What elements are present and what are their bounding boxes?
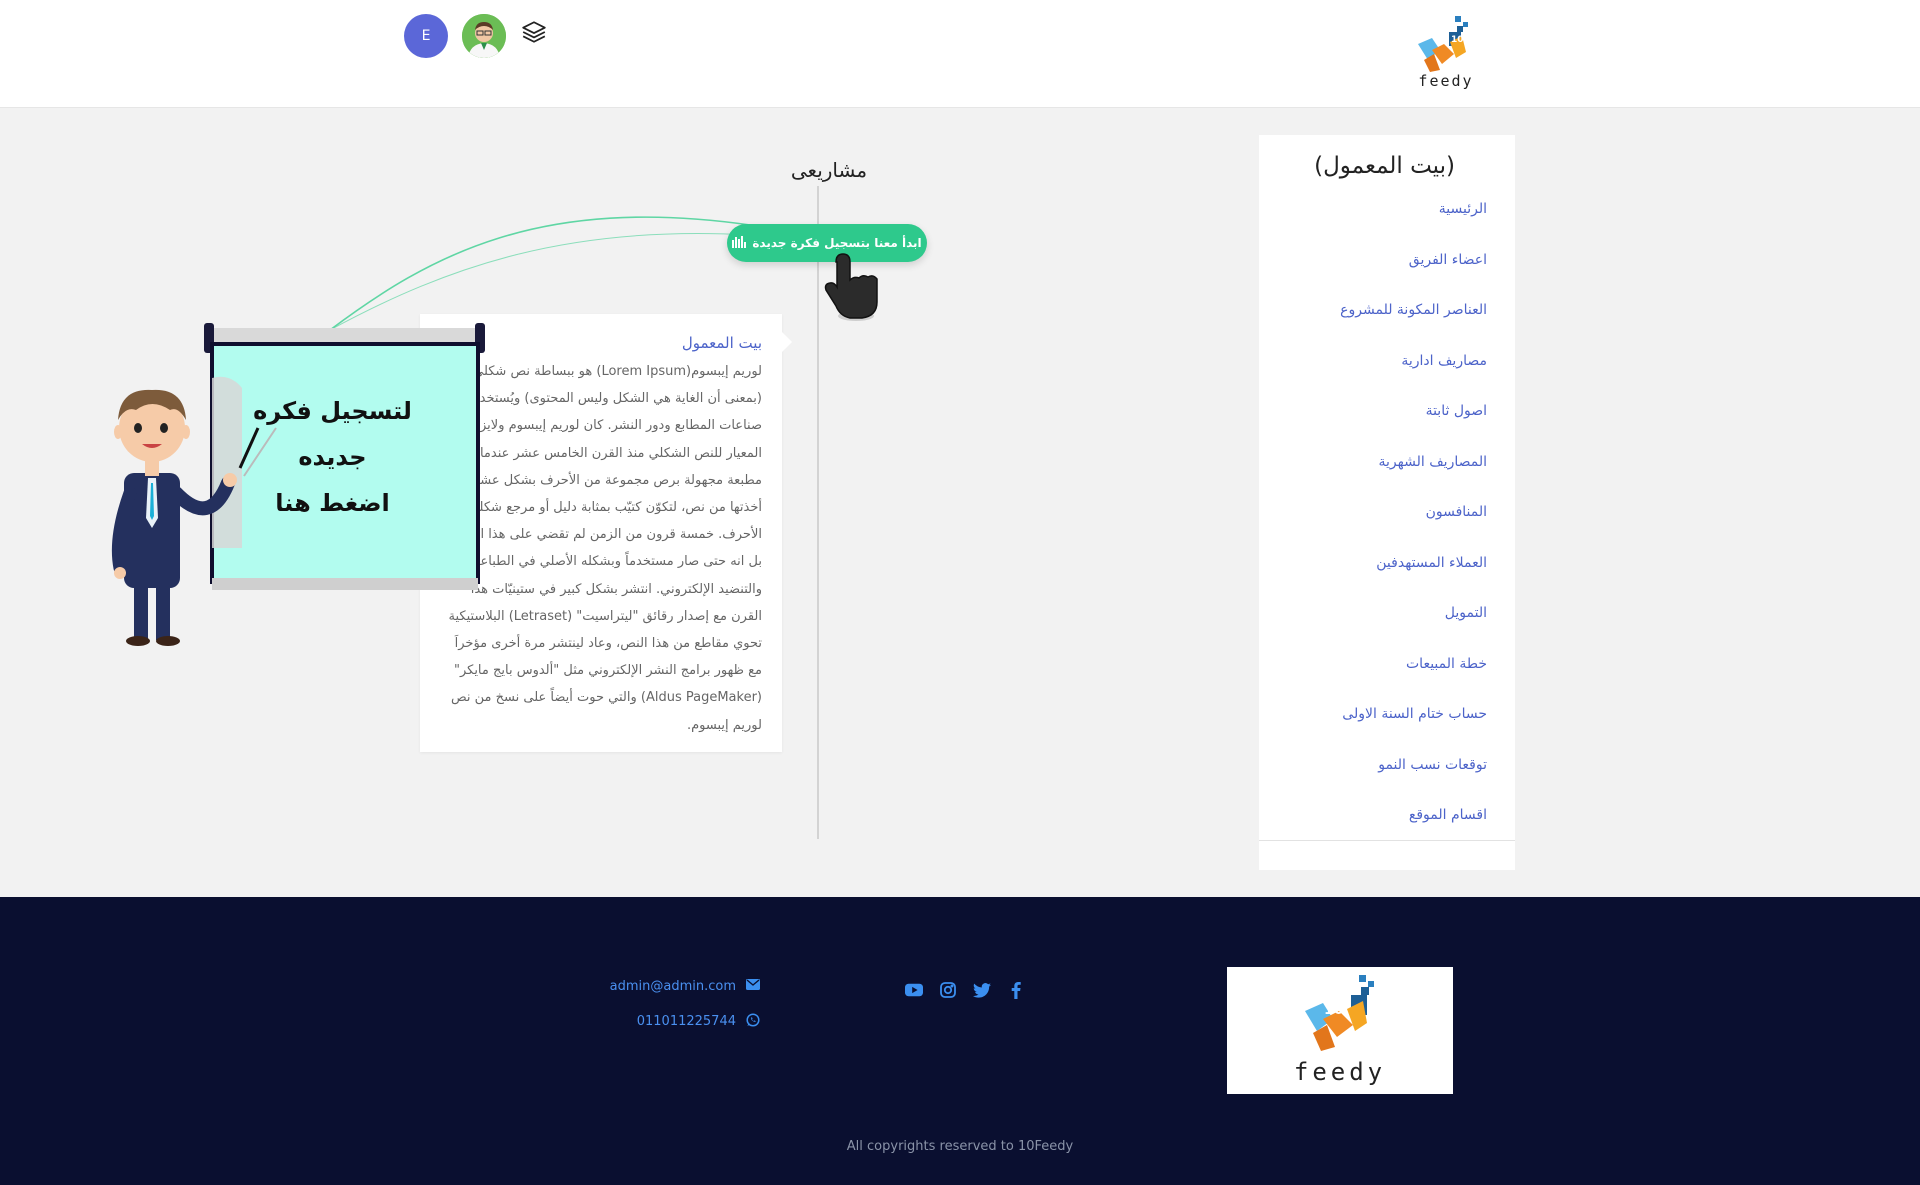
whatsapp-icon: [746, 1012, 760, 1031]
twitter-icon[interactable]: [973, 981, 991, 999]
contact-email[interactable]: admin@admin.com: [610, 979, 736, 994]
footer-logo-text: feedy: [1293, 1058, 1387, 1086]
contact-email-row[interactable]: admin@admin.com: [590, 969, 760, 1004]
contact-phone-row[interactable]: 011011225744: [590, 1004, 760, 1039]
layers-icon[interactable]: [518, 16, 550, 48]
sidebar-item-site-sections[interactable]: اقسام الموقع: [1340, 807, 1487, 858]
sidebar-item-team-members[interactable]: اعضاء الفريق: [1340, 252, 1487, 303]
top-navbar: 10 feedy E: [0, 0, 1920, 108]
sidebar-item-funding[interactable]: التمويل: [1340, 605, 1487, 656]
board-caption-line1: لتسجيل فكره جديده: [253, 397, 412, 471]
new-idea-label: ابدأ معنا بتسجيل فكرة جديدة: [752, 236, 922, 250]
sidebar-divider: [1259, 840, 1515, 841]
instagram-icon[interactable]: [939, 981, 957, 999]
contact-info: admin@admin.com 011011225744: [590, 969, 760, 1039]
page-title: مشاريعى: [790, 158, 868, 182]
brand-logo[interactable]: 10 feedy: [1410, 14, 1482, 90]
copyright-text: All copyrights reserved to 10Feedy: [846, 1139, 1074, 1154]
svg-text:10: 10: [1324, 1002, 1344, 1018]
sidebar-title: (بيت المعمول): [1314, 153, 1455, 179]
sidebar-item-project-components[interactable]: العناصر المكونة للمشروع: [1340, 302, 1487, 353]
board-caption-line2: اضغط هنا: [275, 489, 390, 517]
sidebar-item-sales-plan[interactable]: خطة المبيعات: [1340, 656, 1487, 707]
social-links: [905, 981, 1025, 999]
site-footer: 10 feedy admin@admin.com 011011225744 Al…: [0, 897, 1920, 1185]
sidebar-item-competitors[interactable]: المنافسون: [1340, 504, 1487, 555]
envelope-icon: [746, 979, 760, 994]
logo-graphic-icon: 10: [1418, 16, 1468, 72]
project-card-title[interactable]: بيت المعمول: [682, 334, 762, 352]
youtube-icon[interactable]: [905, 981, 923, 999]
sidebar-item-first-year-closing[interactable]: حساب ختام السنة الاولى: [1340, 706, 1487, 757]
sidebar-item-target-customers[interactable]: العملاء المستهدفين: [1340, 555, 1487, 606]
bar-chart-icon: [732, 235, 747, 251]
user-avatar-letter[interactable]: E: [404, 14, 448, 58]
project-sidebar: (بيت المعمول) الرئيسية اعضاء الفريق العن…: [1259, 135, 1515, 870]
sidebar-menu: الرئيسية اعضاء الفريق العناصر المكونة لل…: [1340, 201, 1487, 858]
sidebar-item-growth-forecast[interactable]: توقعات نسب النمو: [1340, 757, 1487, 808]
board-caption: لتسجيل فكره جديده اضغط هنا: [215, 388, 450, 526]
logo-text: feedy: [1418, 72, 1474, 90]
sidebar-item-monthly-expenses[interactable]: المصاريف الشهرية: [1340, 454, 1487, 505]
presenter-illustration[interactable]: لتسجيل فكره جديده اضغط هنا: [100, 318, 495, 648]
user-avatar-photo[interactable]: [462, 14, 506, 58]
sidebar-item-admin-expenses[interactable]: مصاريف ادارية: [1340, 353, 1487, 404]
contact-phone[interactable]: 011011225744: [637, 1014, 736, 1029]
sidebar-item-home[interactable]: الرئيسية: [1340, 201, 1487, 252]
footer-logo[interactable]: 10 feedy: [1227, 967, 1453, 1094]
timeline-line: [817, 186, 819, 839]
facebook-icon[interactable]: [1007, 981, 1025, 999]
pointing-hand-icon: [824, 253, 878, 321]
svg-text:10: 10: [1451, 35, 1464, 45]
sidebar-item-fixed-assets[interactable]: اصول ثابتة: [1340, 403, 1487, 454]
